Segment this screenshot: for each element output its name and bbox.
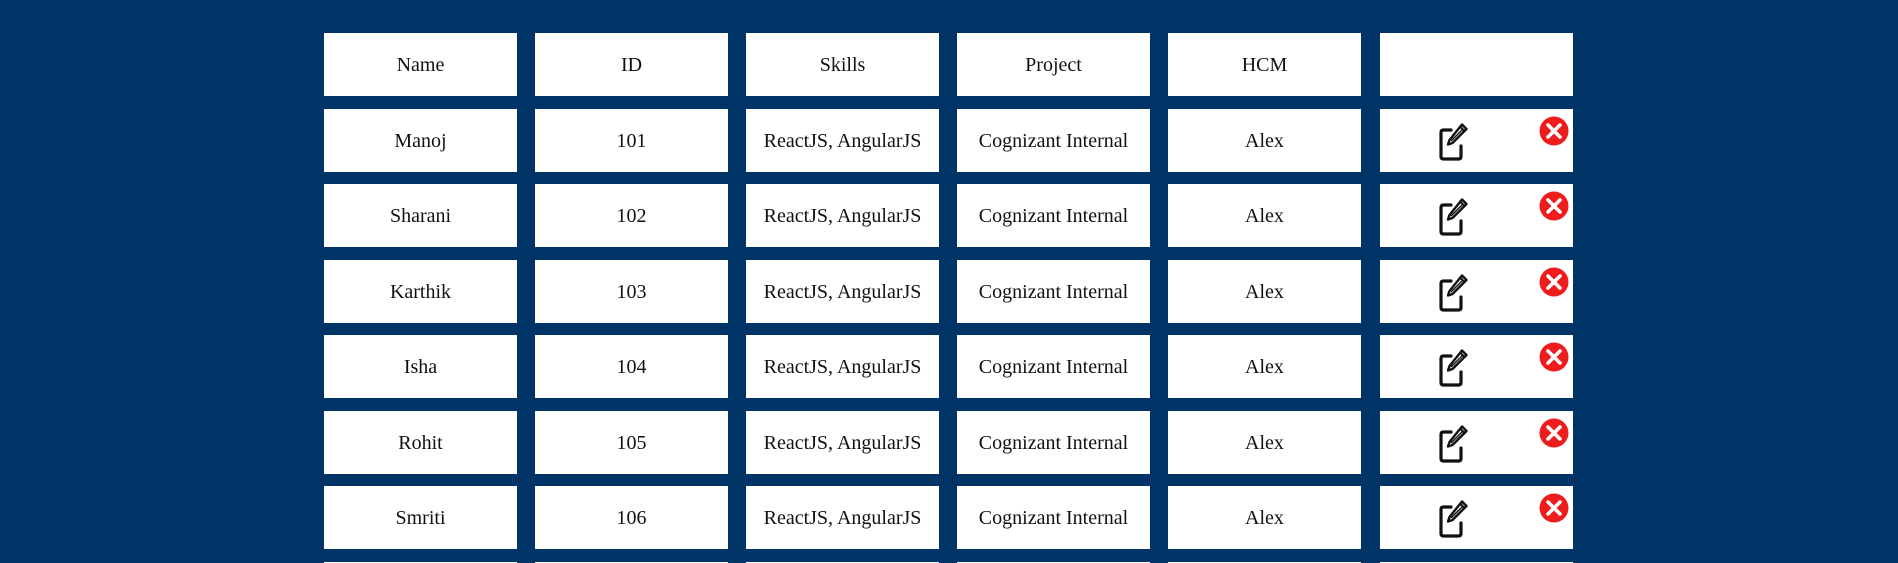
cell-id: 106 — [535, 486, 728, 549]
cell-hcm: Alex — [1168, 486, 1361, 549]
cell-skills-text: ReactJS, AngularJS — [763, 280, 922, 303]
header-id-text: ID — [620, 53, 643, 76]
cell-project-text: Cognizant Internal — [978, 129, 1129, 152]
delete-icon[interactable] — [1539, 342, 1569, 372]
edit-icon[interactable] — [1439, 498, 1469, 538]
cell-id-text: 104 — [616, 355, 647, 378]
header-actions — [1380, 33, 1573, 96]
cell-hcm-text: Alex — [1245, 355, 1284, 378]
cell-skills: ReactJS, AngularJS — [746, 184, 939, 247]
cell-skills-text: ReactJS, AngularJS — [763, 506, 922, 529]
cell-id-text: 106 — [616, 506, 647, 529]
cell-project: Cognizant Internal — [957, 109, 1150, 172]
cell-id-text: 103 — [616, 280, 647, 303]
cell-project: Cognizant Internal — [957, 184, 1150, 247]
cell-name-text: Smriti — [395, 506, 446, 529]
cell-name: Manoj — [324, 109, 517, 172]
cell-hcm-text: Alex — [1245, 280, 1284, 303]
employee-table: Name ID Skills Project HCM Manoj 101 ReactJS, A… — [0, 0, 1898, 563]
cell-project-text: Cognizant Internal — [978, 204, 1129, 227]
cell-id-text: 101 — [616, 129, 647, 152]
header-skills-text: Skills — [819, 53, 866, 76]
cell-skills: ReactJS, AngularJS — [746, 260, 939, 323]
edit-icon[interactable] — [1439, 272, 1469, 312]
cell-hcm: Alex — [1168, 335, 1361, 398]
cell-name: Isha — [324, 335, 517, 398]
cell-name-text: Isha — [403, 355, 438, 378]
edit-icon[interactable] — [1439, 423, 1469, 463]
cell-project: Cognizant Internal — [957, 486, 1150, 549]
cell-skills-text: ReactJS, AngularJS — [763, 129, 922, 152]
cell-name-text: Rohit — [398, 431, 443, 454]
cell-name-text: Karthik — [389, 280, 452, 303]
header-project-text: Project — [1025, 53, 1082, 76]
cell-hcm: Alex — [1168, 411, 1361, 474]
cell-actions — [1380, 260, 1573, 323]
cell-id: 104 — [535, 335, 728, 398]
cell-actions — [1380, 109, 1573, 172]
cell-actions — [1380, 184, 1573, 247]
cell-skills-text: ReactJS, AngularJS — [763, 204, 922, 227]
cell-hcm: Alex — [1168, 260, 1361, 323]
delete-icon[interactable] — [1539, 191, 1569, 221]
cell-skills: ReactJS, AngularJS — [746, 335, 939, 398]
cell-id: 101 — [535, 109, 728, 172]
edit-icon[interactable] — [1439, 196, 1469, 236]
cell-actions — [1380, 411, 1573, 474]
cell-name: Rohit — [324, 411, 517, 474]
cell-project: Cognizant Internal — [957, 335, 1150, 398]
cell-skills: ReactJS, AngularJS — [746, 411, 939, 474]
cell-id-text: 102 — [616, 204, 647, 227]
cell-id: 102 — [535, 184, 728, 247]
cell-project: Cognizant Internal — [957, 411, 1150, 474]
cell-project-text: Cognizant Internal — [978, 431, 1129, 454]
edit-icon[interactable] — [1439, 347, 1469, 387]
cell-hcm: Alex — [1168, 109, 1361, 172]
cell-hcm-text: Alex — [1245, 506, 1284, 529]
cell-hcm: Alex — [1168, 184, 1361, 247]
cell-name: Sharani — [324, 184, 517, 247]
header-project: Project — [957, 33, 1150, 96]
cell-actions — [1380, 335, 1573, 398]
header-hcm: HCM — [1168, 33, 1361, 96]
cell-skills-text: ReactJS, AngularJS — [763, 355, 922, 378]
cell-id: 105 — [535, 411, 728, 474]
delete-icon[interactable] — [1539, 267, 1569, 297]
cell-skills-text: ReactJS, AngularJS — [763, 431, 922, 454]
header-hcm-text: HCM — [1241, 53, 1288, 76]
cell-name: Smriti — [324, 486, 517, 549]
header-id: ID — [535, 33, 728, 96]
cell-name-text: Manoj — [394, 129, 447, 152]
cell-actions — [1380, 486, 1573, 549]
cell-name-text: Sharani — [389, 204, 452, 227]
cell-hcm-text: Alex — [1245, 204, 1284, 227]
cell-skills: ReactJS, AngularJS — [746, 109, 939, 172]
header-skills: Skills — [746, 33, 939, 96]
delete-icon[interactable] — [1539, 418, 1569, 448]
header-name: Name — [324, 33, 517, 96]
edit-icon[interactable] — [1439, 121, 1469, 161]
cell-project-text: Cognizant Internal — [978, 355, 1129, 378]
cell-name: Karthik — [324, 260, 517, 323]
cell-hcm-text: Alex — [1245, 129, 1284, 152]
cell-id: 103 — [535, 260, 728, 323]
cell-hcm-text: Alex — [1245, 431, 1284, 454]
delete-icon[interactable] — [1539, 493, 1569, 523]
header-name-text: Name — [396, 53, 445, 76]
delete-icon[interactable] — [1539, 116, 1569, 146]
cell-project: Cognizant Internal — [957, 260, 1150, 323]
cell-project-text: Cognizant Internal — [978, 280, 1129, 303]
cell-skills: ReactJS, AngularJS — [746, 486, 939, 549]
cell-id-text: 105 — [616, 431, 647, 454]
cell-project-text: Cognizant Internal — [978, 506, 1129, 529]
